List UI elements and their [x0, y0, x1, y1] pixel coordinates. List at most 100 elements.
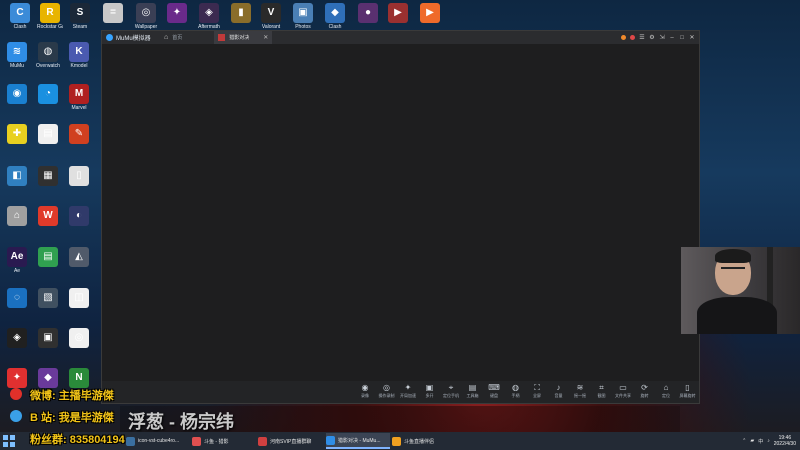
desktop-shortcut[interactable]: ▤: [35, 247, 61, 268]
toolbar-button[interactable]: ⌗ 截图: [592, 383, 612, 398]
toolbar-label: 开局加速: [400, 393, 416, 398]
toolbar-button[interactable]: ⌨ 键盘: [484, 383, 504, 398]
taskbar-task[interactable]: 猎影对决 - MuMu...: [326, 433, 390, 449]
desktop-shortcut[interactable]: Ae Ae: [4, 247, 30, 274]
streamer-body: [697, 297, 777, 334]
toolbar-button[interactable]: ◉ 录像: [355, 383, 375, 398]
desktop-shortcut[interactable]: ✦: [4, 368, 30, 389]
toolbar-label: 全屏: [533, 393, 541, 398]
desktop-shortcut[interactable]: ▦: [35, 166, 61, 187]
toolbar-label: 摇一摇: [574, 393, 586, 398]
minimize-icon[interactable]: –: [669, 35, 675, 41]
toolbar-button[interactable]: ▭ 文件共享: [613, 383, 633, 398]
desktop-shortcut[interactable]: N: [66, 368, 92, 389]
emulator-title-bar[interactable]: MuMu模拟器 ⌂ 首页 猎影对决 ✕ ☰ ⚙ ⇲ – □ ✕: [102, 31, 699, 44]
toolbar-button[interactable]: ✦ 开局加速: [398, 383, 418, 398]
desktop-shortcut[interactable]: ◍ Overwatch: [35, 42, 61, 69]
toolbar-button[interactable]: ♪ 音量: [549, 383, 569, 398]
desktop-shortcut[interactable]: ✚: [4, 124, 30, 145]
desktop-shortcut[interactable]: ◈: [4, 328, 30, 349]
emulator-screen[interactable]: [102, 44, 699, 381]
desktop-shortcut[interactable]: V Valorant: [258, 3, 284, 30]
toolbar-button[interactable]: ▣ 多开: [420, 383, 440, 398]
toolbar-button[interactable]: ◎ 操作录制: [377, 383, 397, 398]
desktop-shortcut[interactable]: =: [100, 3, 126, 24]
language-indicator[interactable]: 中: [758, 438, 763, 445]
desktop-shortcut[interactable]: ◫: [66, 288, 92, 309]
toolbar-icon: ⛶: [534, 383, 540, 392]
app-icon: =: [103, 3, 123, 23]
app-icon: N: [69, 368, 89, 388]
desktop-shortcut[interactable]: ●: [355, 3, 381, 24]
desktop-shortcut[interactable]: ◈ Aftermath: [196, 3, 222, 30]
maximize-icon[interactable]: □: [679, 35, 685, 41]
windows-start-icon[interactable]: [2, 434, 16, 448]
mumu-emulator-window[interactable]: MuMu模拟器 ⌂ 首页 猎影对决 ✕ ☰ ⚙ ⇲ – □ ✕ ◉ 录像 ◎ 操作录制…: [101, 30, 700, 404]
toolbar-button[interactable]: ⌂ 定位: [656, 383, 676, 398]
toolbar-icon: ♪: [556, 383, 561, 392]
desktop-shortcut[interactable]: W: [35, 206, 61, 227]
settings-icon[interactable]: ⚙: [649, 34, 655, 41]
network-icon[interactable]: ▰: [750, 438, 754, 444]
message-badge-icon[interactable]: [630, 35, 635, 40]
toolbar-button[interactable]: ▯ 屏幕旋转: [678, 383, 698, 398]
desktop-shortcut[interactable]: ▤: [35, 124, 61, 145]
desktop-shortcut[interactable]: M Marvel: [66, 84, 92, 111]
desktop-shortcut[interactable]: ✎: [66, 124, 92, 145]
home-icon[interactable]: ⌂: [164, 34, 168, 41]
desktop-shortcut[interactable]: ◎: [66, 328, 92, 349]
desktop-shortcut[interactable]: ▣: [35, 328, 61, 349]
close-window-icon[interactable]: ✕: [689, 34, 695, 41]
desktop-shortcut[interactable]: ◐: [66, 206, 92, 227]
task-app-icon: [126, 436, 135, 446]
tab-game[interactable]: 猎影对决 ✕: [214, 31, 273, 44]
taskbar-clock[interactable]: 19:46 2022/4/30: [774, 435, 796, 447]
taskbar-task[interactable]: 河南SVIP直播群聊: [258, 433, 324, 449]
toolbar-icon: ▯: [685, 383, 690, 392]
game-tab-icon: [218, 34, 226, 41]
desktop-shortcut[interactable]: ▶: [385, 3, 411, 24]
desktop-shortcut[interactable]: C Clash: [7, 3, 33, 30]
desktop-shortcut[interactable]: ◆: [35, 368, 61, 389]
toolbar-button[interactable]: ◍ 手柄: [506, 383, 526, 398]
toolbar-button[interactable]: ⟳ 旋转: [635, 383, 655, 398]
toolbar-button[interactable]: ▤ 工具箱: [463, 383, 483, 398]
desktop-shortcut[interactable]: ✦: [164, 3, 190, 24]
volume-icon[interactable]: ♪: [767, 438, 770, 444]
desktop-shortcut[interactable]: ▶: [417, 3, 443, 24]
desktop-shortcut[interactable]: ▯: [66, 166, 92, 187]
app-icon: ≋: [7, 42, 27, 62]
desktop-shortcut[interactable]: RRockstar Games: [37, 3, 63, 30]
toolbar-button[interactable]: ⛶ 全屏: [527, 383, 547, 398]
desktop-shortcut[interactable]: ◉: [4, 84, 30, 105]
taskbar-task[interactable]: 斗鱼 - 猎影: [192, 433, 256, 449]
taskbar-task[interactable]: 斗鱼直播伴侣: [392, 433, 452, 449]
tray-chevron-icon[interactable]: ⌃: [742, 438, 746, 444]
toolbar-button[interactable]: ≋ 摇一摇: [570, 383, 590, 398]
toolbar-icon: ◍: [512, 383, 519, 392]
desktop-shortcut[interactable]: ◭: [66, 247, 92, 268]
close-tab-icon[interactable]: ✕: [263, 34, 268, 41]
desktop-shortcut[interactable]: ▮: [228, 3, 254, 24]
desktop-shortcut[interactable]: ◧: [4, 166, 30, 187]
desktop-shortcut[interactable]: ▣ Photos: [290, 3, 316, 30]
menu-icon[interactable]: ☰: [639, 34, 645, 41]
desktop-shortcut[interactable]: S Steam: [67, 3, 93, 30]
notification-icon[interactable]: [621, 35, 626, 40]
desktop-shortcut[interactable]: K Kmodel: [66, 42, 92, 69]
app-icon: C: [10, 3, 30, 23]
desktop-shortcut[interactable]: ▧: [35, 288, 61, 309]
toolbar-label: 录像: [361, 393, 369, 398]
toolbar-button[interactable]: ⌖ 定位手机: [441, 383, 461, 398]
desktop-shortcut[interactable]: ⌂: [4, 206, 30, 227]
tab-home[interactable]: 首页: [172, 34, 212, 41]
shortcut-label: Steam: [72, 24, 88, 30]
shrink-icon[interactable]: ⇲: [659, 34, 665, 41]
taskbar-task[interactable]: icon-vst-cube4ro...: [126, 433, 190, 449]
desktop-shortcut[interactable]: ◔: [35, 84, 61, 105]
desktop-shortcut[interactable]: ≋ MuMu: [4, 42, 30, 69]
webcam-overlay: [681, 247, 800, 334]
desktop-shortcut[interactable]: ◌: [4, 288, 30, 309]
desktop-shortcut[interactable]: ◆ Clash: [322, 3, 348, 30]
desktop-shortcut[interactable]: ◎ Wallpaper: [133, 3, 159, 30]
